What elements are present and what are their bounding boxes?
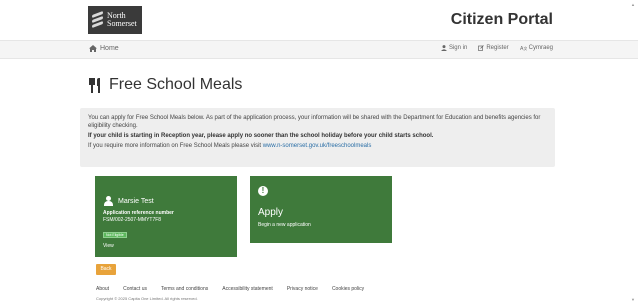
more-info-line: If you require more information on Free … xyxy=(88,142,547,150)
cymraeg-link[interactable]: A文 Cymraeg xyxy=(520,45,553,51)
home-link[interactable]: Home xyxy=(89,45,119,52)
scroll-up-icon[interactable]: ▲ xyxy=(631,2,635,7)
info-text: You can apply for Free School Meals belo… xyxy=(88,115,541,129)
language-icon: A文 xyxy=(520,45,527,51)
scrollbar[interactable]: ▲ ▼ xyxy=(630,0,636,304)
portal-title: Citizen Portal xyxy=(450,11,553,28)
footer-terms[interactable]: Terms and conditions xyxy=(161,286,208,292)
fsm-info-link[interactable]: www.n-somerset.gov.uk/freeschoolmeals xyxy=(263,143,372,149)
site-header: North Somerset Citizen Portal xyxy=(0,0,638,38)
footer-cookies[interactable]: Cookies policy xyxy=(332,286,364,292)
footer-contact[interactable]: Contact us xyxy=(123,286,147,292)
user-icon xyxy=(103,196,113,206)
apply-title: Apply xyxy=(258,207,284,218)
reference-value: FSM/002-2507-MMYT7F8 xyxy=(103,217,162,223)
footer-privacy[interactable]: Privacy notice xyxy=(287,286,318,292)
sign-in-link[interactable]: Sign in xyxy=(440,45,468,51)
reference-label: Application reference number xyxy=(103,210,174,216)
logo-mark-icon xyxy=(92,10,104,29)
cutlery-icon xyxy=(89,77,101,93)
edit-icon xyxy=(478,45,485,51)
footer-links: About Contact us Terms and conditions Ac… xyxy=(96,286,364,292)
footer-accessibility[interactable]: Accessibility statement xyxy=(222,286,273,292)
back-button[interactable]: Back xyxy=(96,264,116,275)
page-title: Free School Meals xyxy=(89,76,242,94)
page-title-text: Free School Meals xyxy=(109,76,243,93)
svg-text:文: 文 xyxy=(523,45,527,51)
logo-text: North Somerset xyxy=(107,12,137,28)
home-icon xyxy=(89,45,97,52)
status-badge: Not Eligible xyxy=(103,232,127,238)
apply-card[interactable]: ! Apply Begin a new application xyxy=(250,176,392,243)
user-icon xyxy=(440,45,447,51)
logo-line-2: Somerset xyxy=(107,19,137,28)
view-link[interactable]: View xyxy=(103,243,229,249)
home-label: Home xyxy=(100,45,119,52)
info-panel: You can apply for Free School Meals belo… xyxy=(80,108,555,167)
sign-in-label: Sign in xyxy=(448,45,468,51)
council-logo[interactable]: North Somerset xyxy=(88,6,142,34)
scroll-down-icon[interactable]: ▼ xyxy=(631,297,635,302)
apply-subtitle: Begin a new application xyxy=(258,222,311,228)
footer-about[interactable]: About xyxy=(96,286,109,292)
copyright: Copyright © 2025 Capita One Limited. All… xyxy=(96,296,198,301)
more-info-text: If you require more information on Free … xyxy=(88,143,263,149)
cymraeg-label: Cymraeg xyxy=(528,45,553,51)
applicant-name: Marsie Test xyxy=(118,197,154,205)
exclamation-icon: ! xyxy=(258,186,268,196)
register-link[interactable]: Register xyxy=(478,45,509,51)
applicant-row: Marsie Test xyxy=(103,196,229,206)
navbar: Home Sign in Register A文 Cymraeg xyxy=(0,40,638,59)
account-nav: Sign in Register A文 Cymraeg xyxy=(440,45,553,51)
reception-notice: If your child is starting in Reception y… xyxy=(88,133,434,139)
application-card[interactable]: Marsie Test Application reference number… xyxy=(95,176,237,257)
register-label: Register xyxy=(486,45,509,51)
